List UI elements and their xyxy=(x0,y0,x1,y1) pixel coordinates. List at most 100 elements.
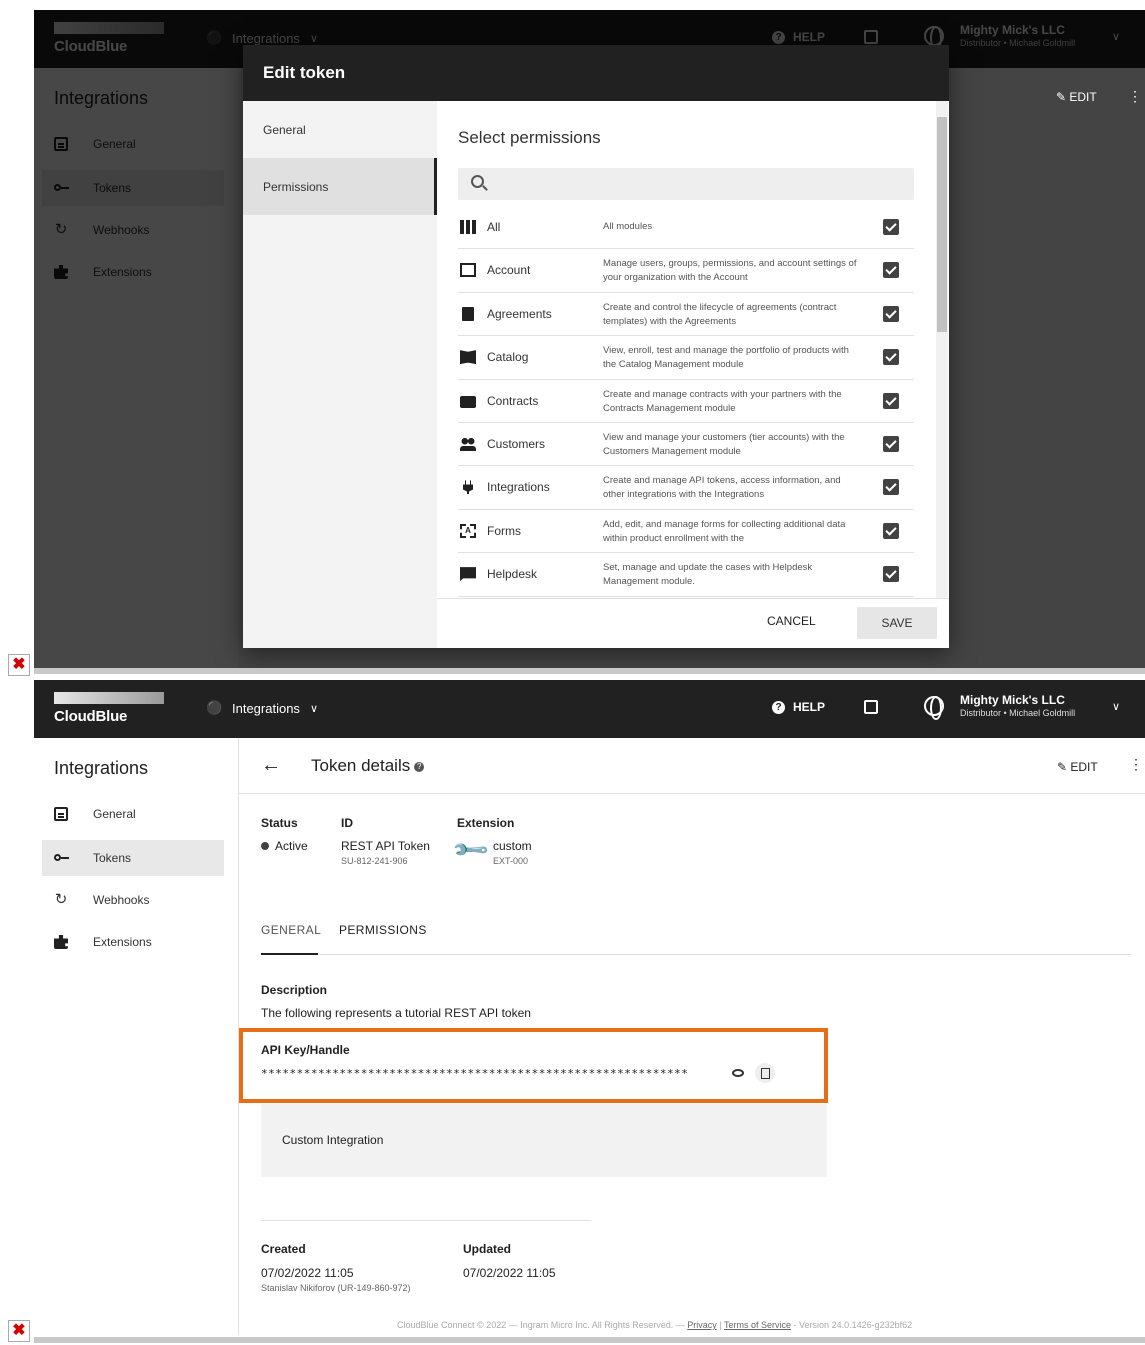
plug-icon: ⚫ xyxy=(206,700,223,715)
token-name: REST API Token xyxy=(341,839,430,853)
permission-name: Account xyxy=(487,263,531,278)
permission-desc: Create and manage contracts with your pa… xyxy=(603,388,842,414)
scrollbar-thumb[interactable] xyxy=(937,117,947,332)
footer-copyright: CloudBlue Connect © 2022 — Ingram Micro … xyxy=(397,1320,685,1330)
broken-image-icon: ✖ xyxy=(8,1320,30,1342)
tab-general[interactable]: GENERAL xyxy=(261,923,321,955)
permissions-search-input[interactable] xyxy=(458,168,914,200)
status-value: Active xyxy=(261,839,308,853)
horizontal-scrollbar[interactable] xyxy=(34,668,1145,674)
dialog-body: Select permissions All All modules Accou… xyxy=(437,101,949,648)
eye-icon[interactable] xyxy=(732,1069,744,1077)
terms-link[interactable]: Terms of Service xyxy=(724,1320,791,1330)
wrench-icon: 🔧 xyxy=(450,830,491,871)
more-icon[interactable]: ⋮ xyxy=(1129,756,1143,773)
account-role: Distributor • Michael Goldmill xyxy=(960,708,1076,718)
page-title-text: Token details xyxy=(311,756,411,775)
help-button[interactable]: ? HELP xyxy=(772,700,825,714)
permission-name: Agreements xyxy=(487,306,552,321)
api-key-value: ****************************************… xyxy=(261,1067,689,1080)
permission-row-contracts: Contracts Create and manage contracts wi… xyxy=(458,380,914,423)
horizontal-scrollbar[interactable] xyxy=(34,1337,1145,1343)
footer-version: - Version 24.0.1426-g232bf62 xyxy=(793,1320,913,1330)
permission-row-all: All All modules xyxy=(458,206,914,250)
permission-checkbox[interactable] xyxy=(883,522,899,539)
permission-checkbox[interactable] xyxy=(883,349,899,366)
permission-desc: View and manage your customers (tier acc… xyxy=(603,431,845,457)
page-title: Token details? xyxy=(311,756,425,776)
account-icon xyxy=(460,263,476,278)
inbox-icon[interactable] xyxy=(864,700,878,714)
permission-name: Helpdesk xyxy=(487,567,538,582)
permission-row-customers: Customers View and manage your customers… xyxy=(458,423,914,467)
permission-row-helpdesk: Helpdesk Set, manage and update the case… xyxy=(458,553,914,597)
account-name: Mighty Mick's LLC xyxy=(960,693,1065,707)
permission-checkbox[interactable] xyxy=(883,262,899,279)
tab-permissions[interactable]: PERMISSIONS xyxy=(339,923,427,955)
permission-checkbox[interactable] xyxy=(883,566,899,583)
permission-checkbox[interactable] xyxy=(883,392,899,409)
module-switcher[interactable]: ⚫ Integrations ∨ xyxy=(206,700,318,716)
module-label: Integrations xyxy=(232,700,300,716)
plug-icon xyxy=(463,480,473,495)
permission-desc: All modules xyxy=(603,221,653,232)
status-dot xyxy=(261,842,269,850)
edit-button: ✎ EDIT xyxy=(1056,90,1097,104)
screenshot-edit-token: CloudBlue ⚫ Integrations ∨ ? HELP Mighty… xyxy=(34,10,1145,672)
copy-icon[interactable] xyxy=(755,1063,775,1083)
dialog-footer: CANCEL SAVE xyxy=(437,598,949,648)
globe-icon[interactable] xyxy=(924,696,944,720)
permission-checkbox[interactable] xyxy=(883,219,899,235)
help-label: HELP xyxy=(793,700,826,714)
chevron-down-icon: ∨ xyxy=(309,702,318,715)
updated-value: 07/02/2022 11:05 xyxy=(463,1266,556,1280)
sidebar-item-extensions[interactable]: Extensions xyxy=(42,924,224,960)
permission-desc: Create and control the lifecycle of agre… xyxy=(603,301,837,327)
account-switcher[interactable]: Mighty Mick's LLC Distributor • Michael … xyxy=(960,693,1075,718)
token-details-panel: ← Token details? ✎ EDIT ⋮ Status Active … xyxy=(238,738,1145,1335)
edit-button[interactable]: ✎ EDIT xyxy=(1057,760,1098,774)
edit-label: EDIT xyxy=(1070,760,1098,774)
save-button[interactable]: SAVE xyxy=(857,607,937,639)
divider xyxy=(261,1220,591,1221)
sidebar-title: Integrations xyxy=(54,758,149,778)
briefcase-icon xyxy=(460,395,476,408)
permission-desc: Add, edit, and manage forms for collecti… xyxy=(603,518,846,544)
status-label: Status xyxy=(261,816,298,830)
permissions-heading: Select permissions xyxy=(458,128,601,147)
permission-name: Contracts xyxy=(487,393,539,408)
cancel-button[interactable]: CANCEL xyxy=(767,614,816,628)
dialog-title: Edit token xyxy=(243,45,949,101)
permissions-list: All All modules Account Manage users, gr… xyxy=(458,206,914,597)
token-id: SU-812-241-906 xyxy=(341,856,408,866)
permission-checkbox[interactable] xyxy=(883,305,899,322)
help-icon: ? xyxy=(772,700,785,714)
edit-label: EDIT xyxy=(1069,90,1097,104)
sync-icon: ↻ xyxy=(54,891,68,908)
info-icon[interactable]: ? xyxy=(414,761,425,772)
sidebar-item-general[interactable]: General xyxy=(42,796,224,832)
dialog-nav-general[interactable]: General xyxy=(243,101,437,158)
chat-icon xyxy=(460,567,476,582)
api-key-label: API Key/Handle xyxy=(261,1043,350,1057)
document-icon xyxy=(462,306,474,321)
chevron-down-icon[interactable]: ∨ xyxy=(1112,700,1120,713)
permission-name: Forms xyxy=(487,523,521,538)
permission-checkbox[interactable] xyxy=(883,435,899,452)
cloudblue-logo[interactable]: CloudBlue xyxy=(54,692,164,725)
updated-label: Updated xyxy=(463,1242,511,1256)
dialog-nav-permissions[interactable]: Permissions xyxy=(243,158,437,215)
back-arrow-icon[interactable]: ← xyxy=(261,754,281,777)
permission-checkbox[interactable] xyxy=(883,479,899,496)
logo-text: CloudBlue xyxy=(54,708,128,725)
sidebar-item-webhooks[interactable]: ↻ Webhooks xyxy=(42,882,224,918)
dialog-scrollbar[interactable] xyxy=(936,101,948,598)
permission-name: Customers xyxy=(487,436,546,451)
extension-name[interactable]: custom xyxy=(493,839,532,853)
sidebar-item-tokens[interactable]: Tokens xyxy=(42,840,224,876)
privacy-link[interactable]: Privacy xyxy=(687,1320,717,1330)
created-value: 07/02/2022 11:05 xyxy=(261,1266,354,1280)
grid-icon xyxy=(460,220,476,234)
description-value: The following represents a tutorial REST… xyxy=(261,1006,531,1020)
page-header: ← Token details? ✎ EDIT ⋮ xyxy=(239,738,1145,794)
